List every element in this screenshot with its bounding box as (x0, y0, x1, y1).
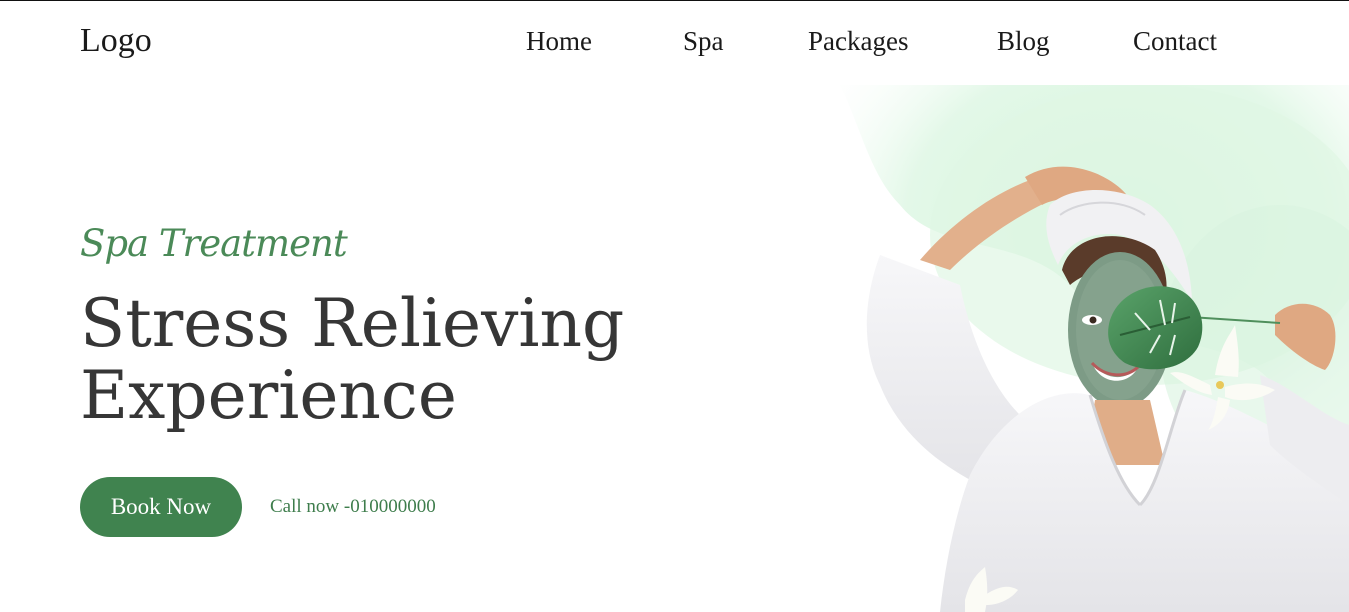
nav-link-contact[interactable]: Contact (1133, 23, 1217, 59)
hero-eyebrow-script: Spa Treatment (80, 222, 348, 265)
hero-headline: Stress Relieving Experience (80, 288, 800, 432)
nav-link-home[interactable]: Home (526, 23, 592, 59)
nav-link-packages[interactable]: Packages (808, 23, 908, 59)
call-now-link[interactable]: Call now -010000000 (270, 495, 436, 519)
nav-link-blog[interactable]: Blog (997, 23, 1050, 59)
nav-link-spa[interactable]: Spa (683, 23, 724, 59)
hero-spa-image (820, 85, 1349, 612)
hero-headline-line-2: Experience (80, 357, 457, 434)
site-logo[interactable]: Logo (80, 21, 152, 61)
top-navigation-bar: Logo Home Spa Packages Blog Contact (0, 1, 1349, 85)
book-now-button[interactable]: Book Now (80, 477, 242, 537)
hero-headline-line-1: Stress Relieving (80, 285, 625, 362)
